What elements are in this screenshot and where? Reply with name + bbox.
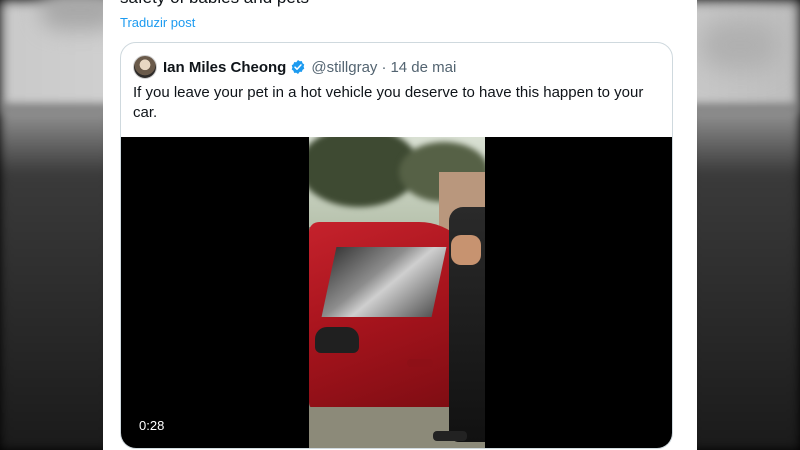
- author-handle[interactable]: @stillgray: [311, 59, 377, 76]
- quoted-tweet-card[interactable]: Ian Miles Cheong @stillgray · 14 de mai …: [120, 42, 673, 449]
- avatar[interactable]: [133, 55, 157, 79]
- video-player[interactable]: 0:28: [121, 137, 672, 448]
- verified-badge-icon[interactable]: [290, 59, 306, 75]
- quoted-tweet-text: If you leave your pet in a hot vehicle y…: [133, 84, 644, 121]
- tweet-container: safety of babies and pets Traduzir post …: [103, 0, 697, 450]
- post-date[interactable]: 14 de mai: [390, 59, 456, 76]
- quoted-tweet-header: Ian Miles Cheong @stillgray · 14 de mai: [133, 55, 456, 79]
- tweet-text-tail: safety of babies and pets: [120, 0, 309, 8]
- video-frame: [309, 137, 485, 448]
- video-duration: 0:28: [139, 418, 165, 433]
- author-display-name[interactable]: Ian Miles Cheong: [163, 59, 286, 76]
- separator-dot: ·: [381, 58, 387, 76]
- translate-post-link[interactable]: Traduzir post: [120, 15, 195, 30]
